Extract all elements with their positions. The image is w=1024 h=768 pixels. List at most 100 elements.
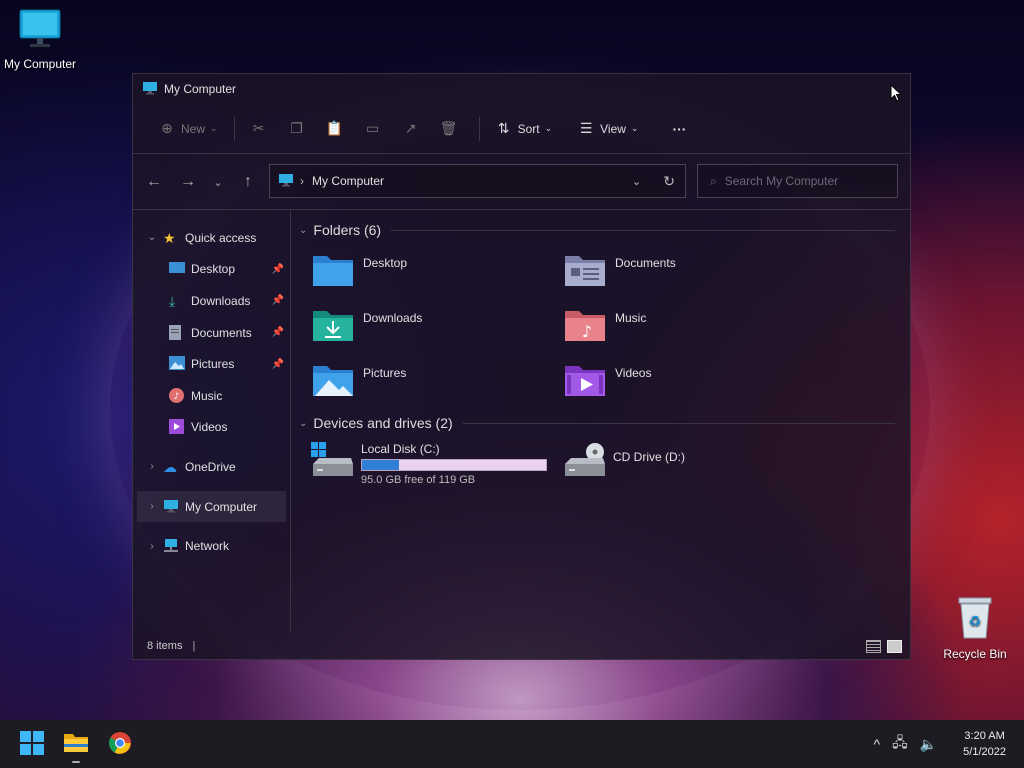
desktop-my-computer[interactable]: My Computer — [0, 8, 80, 71]
svg-text:♻: ♻ — [969, 614, 982, 630]
file-explorer-taskbar-button[interactable] — [54, 722, 98, 766]
chevron-right-icon[interactable]: › — [141, 461, 163, 472]
arrow-up-icon: ↑ — [244, 172, 252, 190]
sidebar-item-label: OneDrive — [185, 459, 236, 474]
breadcrumb-chevron-icon: › — [300, 174, 304, 188]
sidebar-item-label: Pictures — [191, 357, 235, 372]
paste-button[interactable]: 📋 — [319, 114, 357, 144]
arrow-left-icon: ← — [146, 172, 162, 190]
folder-tile-music[interactable]: ♪ Music — [563, 307, 646, 346]
chevron-right-icon[interactable]: › — [141, 541, 163, 552]
refresh-icon[interactable]: ↻ — [663, 173, 675, 190]
plus-circle-icon: ⊕ — [161, 120, 173, 136]
sidebar-item-label: Desktop — [191, 262, 236, 277]
folder-tile-desktop[interactable]: Desktop — [311, 252, 407, 291]
chevron-down-icon: ⌄ — [299, 224, 308, 236]
cut-button[interactable]: ✂ — [243, 114, 281, 144]
details-view-icon[interactable] — [866, 639, 881, 653]
sidebar-item-desktop[interactable]: Desktop 📌 — [133, 254, 290, 286]
desktop-recycle-bin[interactable]: ♻ Recycle Bin — [935, 596, 1015, 661]
chevron-down-icon: ⌄ — [213, 176, 223, 189]
downloads-icon: ⤓ — [169, 292, 176, 309]
sidebar-item-music[interactable]: ♪ Music — [133, 380, 290, 412]
command-bar: ⊕ New ⌄ ✂ ❐ 📋 ▭ ↗ 🗑 ⇅ Sort ⌄ ☰ View ⌄ ··… — [133, 104, 910, 154]
start-button[interactable] — [10, 722, 54, 766]
search-icon: ⌕ — [710, 173, 717, 188]
group-divider — [391, 229, 895, 231]
cd-drive-icon — [563, 442, 607, 483]
breadcrumb-path[interactable]: My Computer — [312, 174, 384, 188]
running-indicator — [72, 761, 80, 763]
address-bar[interactable]: › My Computer ⌄ ↻ — [269, 164, 686, 198]
folder-tile-pictures[interactable]: Pictures — [311, 362, 406, 401]
chevron-down-icon: ⌄ — [210, 123, 218, 133]
network-status-icon[interactable]: 🖧 — [892, 732, 908, 756]
clock-date: 5/1/2022 — [963, 746, 1006, 758]
share-button[interactable]: ↗ — [395, 114, 433, 144]
monitor-icon — [142, 81, 158, 98]
more-options-button[interactable]: ··· — [664, 114, 694, 144]
folders-group-header[interactable]: ⌄ Folders (6) — [299, 222, 895, 238]
sidebar-item-network[interactable]: › Network — [133, 530, 290, 562]
videos-icon — [169, 419, 185, 435]
explorer-body: ⌄ ★ Quick access Desktop 📌 ⤓ Downloads 📌… — [133, 210, 910, 633]
sidebar-item-pictures[interactable]: Pictures 📌 — [133, 348, 290, 380]
sidebar-item-onedrive[interactable]: › ☁ OneDrive — [133, 451, 290, 483]
taskbar: ^ 🖧 🔈 3:20 AM 5/1/2022 — [0, 720, 1024, 768]
monitor-icon — [163, 499, 179, 515]
mouse-cursor-icon — [890, 83, 903, 105]
chevron-down-icon[interactable]: ⌄ — [141, 232, 163, 243]
recent-locations-button[interactable]: ⌄ — [203, 173, 233, 191]
chevron-right-icon[interactable]: › — [141, 501, 163, 512]
sort-button[interactable]: ⇅ Sort ⌄ — [488, 114, 561, 144]
rename-button[interactable]: ▭ — [357, 114, 395, 144]
title-bar[interactable]: My Computer — [133, 74, 910, 104]
pictures-folder-icon — [311, 362, 355, 401]
drive-tile-local-disk[interactable]: Local Disk (C:) 95.0 GB free of 119 GB — [311, 442, 547, 486]
folder-tile-documents[interactable]: Documents — [563, 252, 676, 291]
sidebar-item-downloads[interactable]: ⤓ Downloads 📌 — [133, 285, 290, 317]
search-box[interactable]: ⌕ — [697, 164, 898, 198]
sidebar-item-documents[interactable]: Documents 📌 — [133, 317, 290, 349]
view-button[interactable]: ☰ View ⌄ — [570, 114, 646, 144]
chrome-taskbar-button[interactable] — [98, 722, 142, 766]
forward-button[interactable]: → — [173, 173, 203, 191]
arrow-right-icon: → — [180, 172, 196, 190]
large-icons-view-icon[interactable] — [887, 639, 902, 653]
folders-heading: Folders (6) — [313, 222, 382, 238]
back-button[interactable]: ← — [139, 173, 169, 191]
folder-label: Pictures — [363, 366, 407, 380]
drives-heading: Devices and drives (2) — [313, 415, 453, 431]
folder-label: Downloads — [363, 311, 423, 325]
drive-name: Local Disk (C:) — [361, 442, 440, 456]
sidebar-item-label: Quick access — [185, 230, 257, 245]
chevron-down-icon: ⌄ — [299, 417, 308, 429]
copy-button[interactable]: ❐ — [281, 114, 319, 144]
drives-group-header[interactable]: ⌄ Devices and drives (2) — [299, 415, 895, 431]
clock[interactable]: 3:20 AM 5/1/2022 — [963, 728, 1006, 760]
folder-label: Desktop — [363, 256, 408, 270]
sidebar-item-videos[interactable]: Videos — [133, 412, 290, 444]
navigation-pane: ⌄ ★ Quick access Desktop 📌 ⤓ Downloads 📌… — [133, 210, 291, 633]
new-button[interactable]: ⊕ New ⌄ — [151, 114, 226, 144]
trash-icon: 🗑 — [439, 120, 458, 136]
volume-icon[interactable]: 🔈 — [920, 736, 937, 753]
pictures-icon — [169, 356, 185, 372]
sidebar-item-my-computer[interactable]: › My Computer — [137, 490, 286, 523]
drive-tile-cd[interactable]: CD Drive (D:) — [563, 442, 685, 483]
music-folder-icon: ♪ — [563, 307, 607, 346]
folder-tile-downloads[interactable]: Downloads — [311, 307, 422, 346]
address-dropdown-button[interactable]: ⌄ — [632, 175, 641, 188]
more-icon: ··· — [672, 120, 687, 137]
up-button[interactable]: ↑ — [233, 173, 263, 191]
folder-tile-videos[interactable]: Videos — [563, 362, 651, 401]
delete-button[interactable]: 🗑 — [433, 114, 471, 144]
rename-icon: ▭ — [365, 120, 380, 136]
monitor-icon — [278, 173, 294, 190]
desktop-icon — [169, 261, 185, 277]
show-hidden-icons-button[interactable]: ^ — [874, 736, 881, 752]
copy-icon: ❐ — [290, 120, 303, 136]
sidebar-item-quick-access[interactable]: ⌄ ★ Quick access — [133, 222, 290, 254]
search-input[interactable] — [724, 174, 875, 188]
disk-usage-bar — [361, 459, 547, 471]
